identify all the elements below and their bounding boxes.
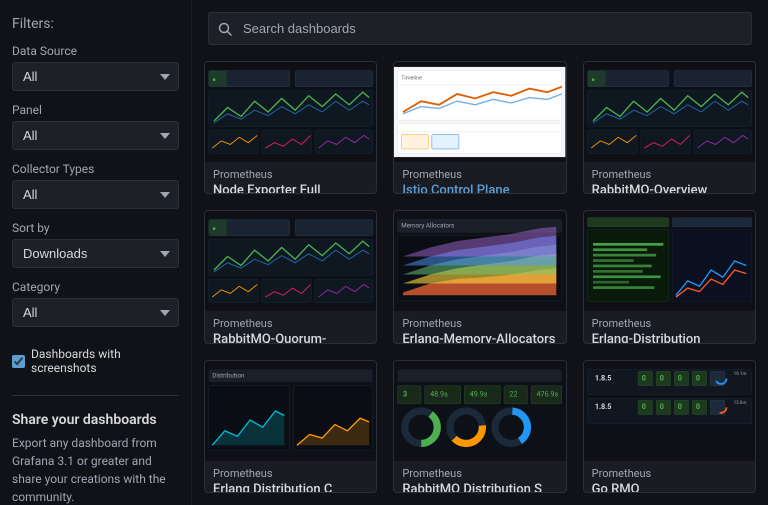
card-title: Go RMQ	[592, 482, 747, 493]
svg-text:Distribution: Distribution	[212, 371, 245, 379]
card-title: RabbitMQ-Quorum-Queues-Raft	[213, 332, 368, 343]
dashboard-card[interactable]: ● Prometheus RabbitMQ-Quorum-Queues-Raft	[204, 210, 377, 343]
svg-text:0: 0	[695, 373, 699, 382]
svg-text:49.9s: 49.9s	[470, 389, 488, 398]
svg-text:0: 0	[659, 402, 663, 411]
card-info: Prometheus RabbitMQ-Quorum-Queues-Raft	[205, 311, 376, 343]
svg-text:0: 0	[641, 373, 645, 382]
svg-text:Memory Allocators: Memory Allocators	[402, 222, 455, 230]
dashboard-card[interactable]: ● Prometheus Node Exporter Full	[204, 61, 377, 194]
card-title: RabbitMQ-Overview	[592, 183, 747, 194]
dashboard-card[interactable]: Memory Allocators Prometheus Erlang-Memor…	[393, 210, 566, 343]
svg-text:476.9s: 476.9s	[537, 389, 559, 398]
card-title: Node Exporter Full	[213, 183, 368, 194]
svg-text:Timeline: Timeline	[402, 76, 423, 82]
screenshots-checkbox-label: Dashboards with screenshots	[31, 347, 179, 375]
svg-text:0: 0	[677, 402, 681, 411]
main-content: ● Prometheus Node Exporter Full Timeline …	[192, 0, 768, 505]
card-info: Prometheus Istio Control Plane Dashboard	[394, 162, 565, 194]
svg-text:●: ●	[591, 75, 595, 83]
collector-types-label: Collector Types	[12, 162, 179, 176]
collector-types-group: Collector Types All	[12, 162, 179, 209]
filters-label: Filters:	[12, 16, 179, 32]
card-thumbnail: ●	[205, 211, 376, 311]
card-thumbnail: Distribution	[205, 361, 376, 461]
svg-text:●: ●	[212, 225, 216, 233]
data-source-group: Data Source All	[12, 44, 179, 91]
card-info: Prometheus Node Exporter Full	[205, 162, 376, 194]
data-source-select[interactable]: All	[12, 62, 179, 91]
svg-text:0: 0	[659, 373, 663, 382]
dashboard-card[interactable]: Distribution Prometheus Erlang Distributi…	[204, 360, 377, 493]
card-thumbnail: Memory Allocators	[394, 211, 565, 311]
share-section: Share your dashboards Export any dashboa…	[12, 395, 179, 505]
dashboard-card[interactable]: 3 48.9s 49.9s 22 476.9s Prometheus Rabbit…	[393, 360, 566, 493]
svg-text:1.8.5: 1.8.5	[594, 373, 611, 382]
search-bar	[192, 0, 768, 53]
search-input[interactable]	[208, 12, 752, 45]
svg-text:0: 0	[695, 402, 699, 411]
card-title: Erlang-Distribution	[592, 332, 747, 343]
svg-text:0: 0	[641, 402, 645, 411]
card-thumbnail: ●	[205, 62, 376, 162]
dashboard-card[interactable]: Timeline Prometheus Istio Control Plane D…	[393, 61, 566, 194]
screenshots-checkbox[interactable]	[12, 355, 25, 368]
dashboard-card[interactable]: Prometheus Erlang-Distribution	[583, 210, 756, 343]
share-title: Share your dashboards	[12, 412, 179, 428]
dashboard-grid: ● Prometheus Node Exporter Full Timeline …	[192, 53, 768, 505]
panel-group: Panel All	[12, 103, 179, 150]
card-thumbnail: 1.8.5 0 0 0 0 16.1m 1.8.5 0 0 0 0 12.6m	[584, 361, 755, 461]
svg-text:12.6m: 12.6m	[733, 399, 746, 405]
card-title: Erlang-Memory-Allocators	[402, 332, 557, 343]
screenshots-checkbox-row: Dashboards with screenshots	[12, 347, 179, 375]
dashboard-card[interactable]: ● Prometheus RabbitMQ-Overview	[583, 61, 756, 194]
card-title[interactable]: Istio Control Plane Dashboard	[402, 183, 557, 194]
card-source: Prometheus	[213, 317, 368, 330]
panel-select[interactable]: All	[12, 121, 179, 150]
svg-text:48.9s: 48.9s	[430, 389, 448, 398]
card-source: Prometheus	[213, 168, 368, 181]
category-select[interactable]: All	[12, 298, 179, 327]
panel-label: Panel	[12, 103, 179, 117]
card-source: Prometheus	[402, 317, 557, 330]
data-source-label: Data Source	[12, 44, 179, 58]
card-info: Prometheus RabbitMQ-Overview	[584, 162, 755, 194]
sort-by-label: Sort by	[12, 221, 179, 235]
svg-text:●: ●	[212, 75, 216, 83]
card-title: RabbitMQ Distribution S	[402, 482, 557, 493]
card-info: Prometheus Erlang Distribution C	[205, 461, 376, 493]
search-icon	[218, 22, 232, 36]
sidebar: Filters: Data Source All Panel All Colle…	[0, 0, 192, 505]
category-group: Category All	[12, 280, 179, 327]
card-info: Prometheus Go RMQ	[584, 461, 755, 493]
collector-types-select[interactable]: All	[12, 180, 179, 209]
svg-text:16.1m: 16.1m	[733, 371, 746, 377]
card-source: Prometheus	[402, 467, 557, 480]
sort-by-group: Sort by Downloads	[12, 221, 179, 268]
card-thumbnail: ●	[584, 62, 755, 162]
svg-text:22: 22	[510, 389, 518, 398]
card-thumbnail: Timeline	[394, 62, 565, 162]
sort-by-select[interactable]: Downloads	[12, 239, 179, 268]
card-title: Erlang Distribution C	[213, 482, 368, 493]
dashboard-card[interactable]: 1.8.5 0 0 0 0 16.1m 1.8.5 0 0 0 0 12.6m	[583, 360, 756, 493]
card-source: Prometheus	[402, 168, 557, 181]
card-info: Prometheus Erlang-Distribution	[584, 311, 755, 343]
card-source: Prometheus	[213, 467, 368, 480]
card-info: Prometheus Erlang-Memory-Allocators	[394, 311, 565, 343]
svg-text:1.8.5: 1.8.5	[594, 402, 611, 411]
card-thumbnail: 3 48.9s 49.9s 22 476.9s	[394, 361, 565, 461]
svg-text:3: 3	[403, 389, 407, 398]
card-source: Prometheus	[592, 168, 747, 181]
share-description: Export any dashboard from Grafana 3.1 or…	[12, 434, 179, 505]
card-info: Prometheus RabbitMQ Distribution S	[394, 461, 565, 493]
card-source: Prometheus	[592, 317, 747, 330]
search-wrapper	[208, 12, 752, 45]
card-source: Prometheus	[592, 467, 747, 480]
svg-text:0: 0	[677, 373, 681, 382]
category-label: Category	[12, 280, 179, 294]
card-thumbnail	[584, 211, 755, 311]
